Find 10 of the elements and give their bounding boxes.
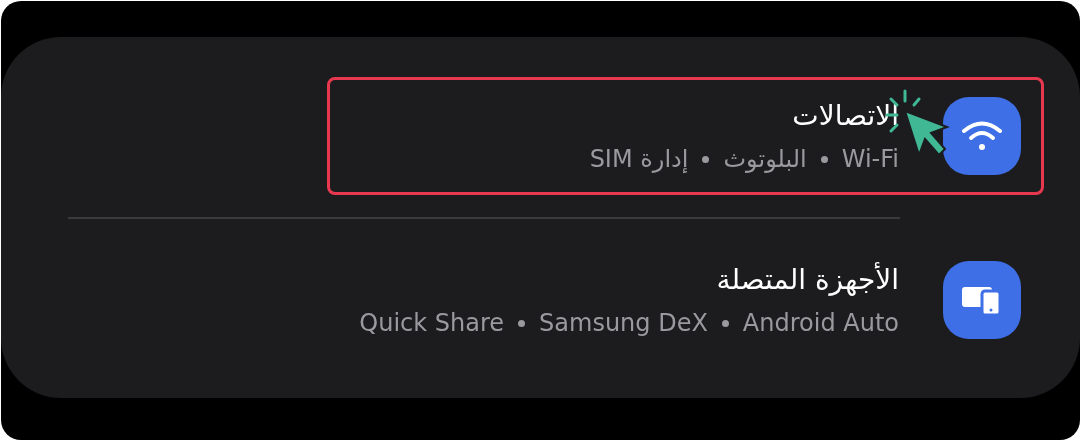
devices-icon: [943, 261, 1021, 339]
wifi-icon: [943, 97, 1021, 175]
row-subtitle: Wi-Fi: [841, 144, 899, 175]
row-subtitle: إدارة SIM: [589, 144, 689, 175]
row-title: الاتصالات: [791, 98, 899, 134]
row-subtitle: Quick Share: [359, 308, 505, 339]
row-subtitle: Android Auto: [742, 308, 899, 339]
row-subtitle: البلوتوث: [723, 144, 807, 175]
row-subtitle: Samsung DeX: [539, 308, 708, 339]
row-title: الأجهزة المتصلة: [715, 261, 899, 298]
